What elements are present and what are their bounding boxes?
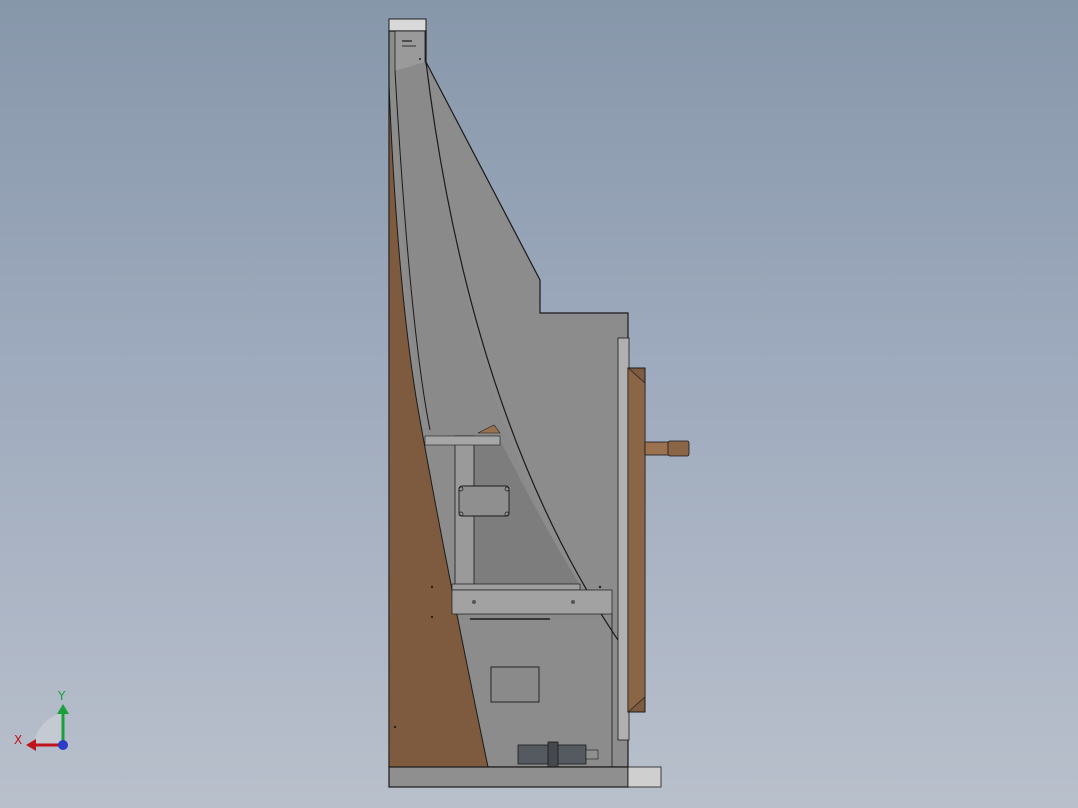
shelf-screw-1 [472, 600, 476, 604]
graphics-viewport[interactable]: Y X [0, 0, 1078, 808]
mounting-plate [458, 485, 510, 517]
base-extension [627, 766, 662, 788]
front-wood-bevel [627, 367, 646, 713]
access-cutout [490, 666, 540, 703]
horizontal-rail-top [424, 435, 501, 446]
fastener-3 [598, 585, 602, 589]
handle-end [667, 440, 690, 457]
fastener-4 [393, 725, 397, 729]
fastener-2 [430, 615, 434, 619]
shelf-rail [451, 583, 581, 591]
shelf-screw-2 [571, 600, 575, 604]
right-frame-strip [617, 337, 630, 741]
fastener-1 [430, 585, 434, 589]
fastener-5 [419, 58, 421, 60]
actuator-shaft [585, 749, 599, 760]
cad-model-side-view[interactable] [0, 0, 1078, 808]
top-cap [388, 18, 427, 32]
actuator-collar [547, 741, 559, 768]
base-plate [388, 766, 629, 788]
